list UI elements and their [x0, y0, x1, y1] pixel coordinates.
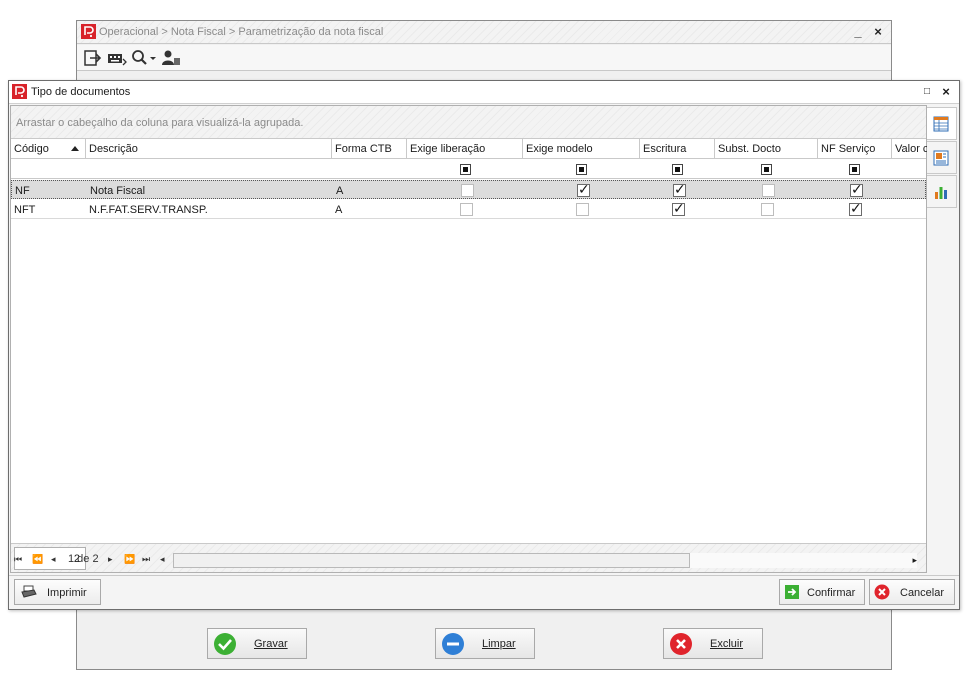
prev-group-icon[interactable]: ⏪	[32, 554, 43, 565]
documents-grid: Arrastar o cabeçalho da coluna para visu…	[10, 105, 928, 573]
prev-page-icon[interactable]: ◂	[51, 554, 56, 565]
filter-escritura[interactable]	[672, 164, 683, 175]
checkbox-exige-liberacao[interactable]	[461, 184, 474, 197]
grid-view-tab[interactable]	[927, 107, 957, 140]
dialog-action-bar: Imprimir Confirmar Cancelar	[9, 575, 959, 609]
dialog-title-bar: Tipo de documentos □ ×	[9, 81, 959, 104]
gravar-button[interactable]: Gravar	[207, 628, 307, 659]
parent-window-title: Operacional > Nota Fiscal > Parametrizaç…	[99, 26, 384, 38]
filter-exige-liberacao[interactable]	[460, 164, 471, 175]
exit-icon[interactable]	[83, 49, 103, 67]
excluir-label: Excluir	[710, 638, 744, 650]
checkbox-escritura[interactable]	[672, 201, 685, 217]
cancelar-label: Cancelar	[900, 587, 945, 599]
cell-descricao: N.F.FAT.SERV.TRANSP.	[89, 204, 208, 216]
page-indicator: 1 de 2	[68, 553, 99, 565]
view-switcher	[927, 107, 957, 208]
scrollbar-thumb[interactable]	[173, 553, 690, 568]
column-header-descricao[interactable]: Descrição	[86, 139, 332, 159]
close-button[interactable]: ×	[869, 23, 887, 41]
filter-row	[11, 160, 926, 179]
card-view-icon	[933, 150, 949, 166]
column-header-codigo[interactable]: Código	[11, 139, 86, 159]
column-header-exige-modelo[interactable]: Exige modelo	[523, 139, 640, 159]
check-circle-icon	[214, 633, 236, 655]
horizontal-scrollbar[interactable]: ▸	[173, 553, 917, 568]
checkbox-nf-servico[interactable]	[850, 182, 863, 198]
dialog-title: Tipo de documentos	[31, 86, 131, 98]
pager-bar: ⏮ ⏪ ◂ 1 de 2 ▸ ⏩ ⏭ ◂ ▸	[10, 550, 927, 570]
next-page-icon[interactable]: ▸	[108, 554, 113, 565]
checkbox-escritura[interactable]	[673, 182, 686, 198]
last-page-icon[interactable]: ⏭	[142, 554, 150, 565]
table-row[interactable]: NFT N.F.FAT.SERV.TRANSP. A	[11, 200, 926, 219]
minimize-button[interactable]: _	[849, 23, 867, 41]
checkbox-nf-servico[interactable]	[849, 201, 862, 217]
scroll-left-icon[interactable]: ◂	[160, 554, 165, 565]
search-icon[interactable]	[130, 49, 158, 67]
cancel-icon	[874, 584, 890, 600]
cell-descricao: Nota Fiscal	[90, 185, 146, 197]
x-circle-icon	[670, 633, 692, 655]
cell-forma-ctb: A	[336, 185, 344, 197]
app-logo-icon	[12, 84, 27, 99]
checkbox-subst-docto[interactable]	[762, 184, 775, 197]
next-group-icon[interactable]: ⏩	[124, 554, 135, 565]
imprimir-button[interactable]: Imprimir	[14, 579, 101, 605]
gravar-label: Gravar	[254, 638, 288, 650]
chart-view-tab[interactable]	[927, 175, 957, 208]
tipo-documentos-dialog: Tipo de documentos □ × Arrastar o cabeça…	[8, 80, 960, 610]
checkbox-exige-liberacao[interactable]	[460, 203, 473, 216]
table-row[interactable]: NF Nota Fiscal A	[11, 180, 926, 199]
imprimir-label: Imprimir	[47, 587, 87, 599]
confirm-arrow-icon	[785, 585, 799, 599]
user-icon[interactable]	[161, 49, 181, 67]
cell-codigo: NF	[15, 185, 30, 197]
dialog-close-button[interactable]: ×	[937, 83, 955, 101]
minus-circle-icon	[442, 633, 464, 655]
confirmar-label: Confirmar	[807, 587, 856, 599]
card-view-tab[interactable]	[927, 141, 957, 174]
first-page-icon[interactable]: ⏮	[14, 554, 22, 565]
group-by-panel[interactable]: Arrastar o cabeçalho da coluna para visu…	[11, 106, 926, 139]
limpar-label: Limpar	[482, 638, 516, 650]
confirmar-button[interactable]: Confirmar	[779, 579, 865, 605]
grid-view-icon	[933, 116, 949, 132]
excluir-button[interactable]: Excluir	[663, 628, 763, 659]
keyboard-icon[interactable]	[107, 49, 127, 67]
column-header-forma-ctb[interactable]: Forma CTB	[332, 139, 407, 159]
filter-nf-servico[interactable]	[849, 164, 860, 175]
column-header-valor[interactable]: Valor c	[892, 139, 928, 159]
column-header-subst-docto[interactable]: Subst. Docto	[715, 139, 818, 159]
filter-subst-docto[interactable]	[761, 164, 772, 175]
checkbox-exige-modelo[interactable]	[576, 203, 589, 216]
chart-view-icon	[935, 187, 947, 199]
cell-codigo: NFT	[14, 204, 36, 216]
cell-forma-ctb: A	[335, 204, 343, 216]
cancelar-button[interactable]: Cancelar	[869, 579, 955, 605]
limpar-button[interactable]: Limpar	[435, 628, 535, 659]
parent-action-bar: Gravar Limpar Excluir	[77, 619, 891, 669]
parent-toolbar	[77, 45, 891, 71]
parent-title-bar: Operacional > Nota Fiscal > Parametrizaç…	[77, 21, 891, 44]
printer-icon	[21, 585, 37, 598]
grid-header: Código Descrição Forma CTB Exige liberaç…	[11, 139, 928, 159]
column-header-exige-liberacao[interactable]: Exige liberação	[407, 139, 523, 159]
column-header-nf-servico[interactable]: NF Serviço	[818, 139, 892, 159]
scroll-right-icon[interactable]: ▸	[912, 555, 917, 566]
app-logo-icon	[81, 24, 96, 39]
maximize-button[interactable]: □	[918, 83, 936, 101]
column-header-escritura[interactable]: Escritura	[640, 139, 715, 159]
filter-exige-modelo[interactable]	[576, 164, 587, 175]
checkbox-subst-docto[interactable]	[761, 203, 774, 216]
checkbox-exige-modelo[interactable]	[577, 182, 590, 198]
sort-ascending-icon	[71, 146, 79, 151]
